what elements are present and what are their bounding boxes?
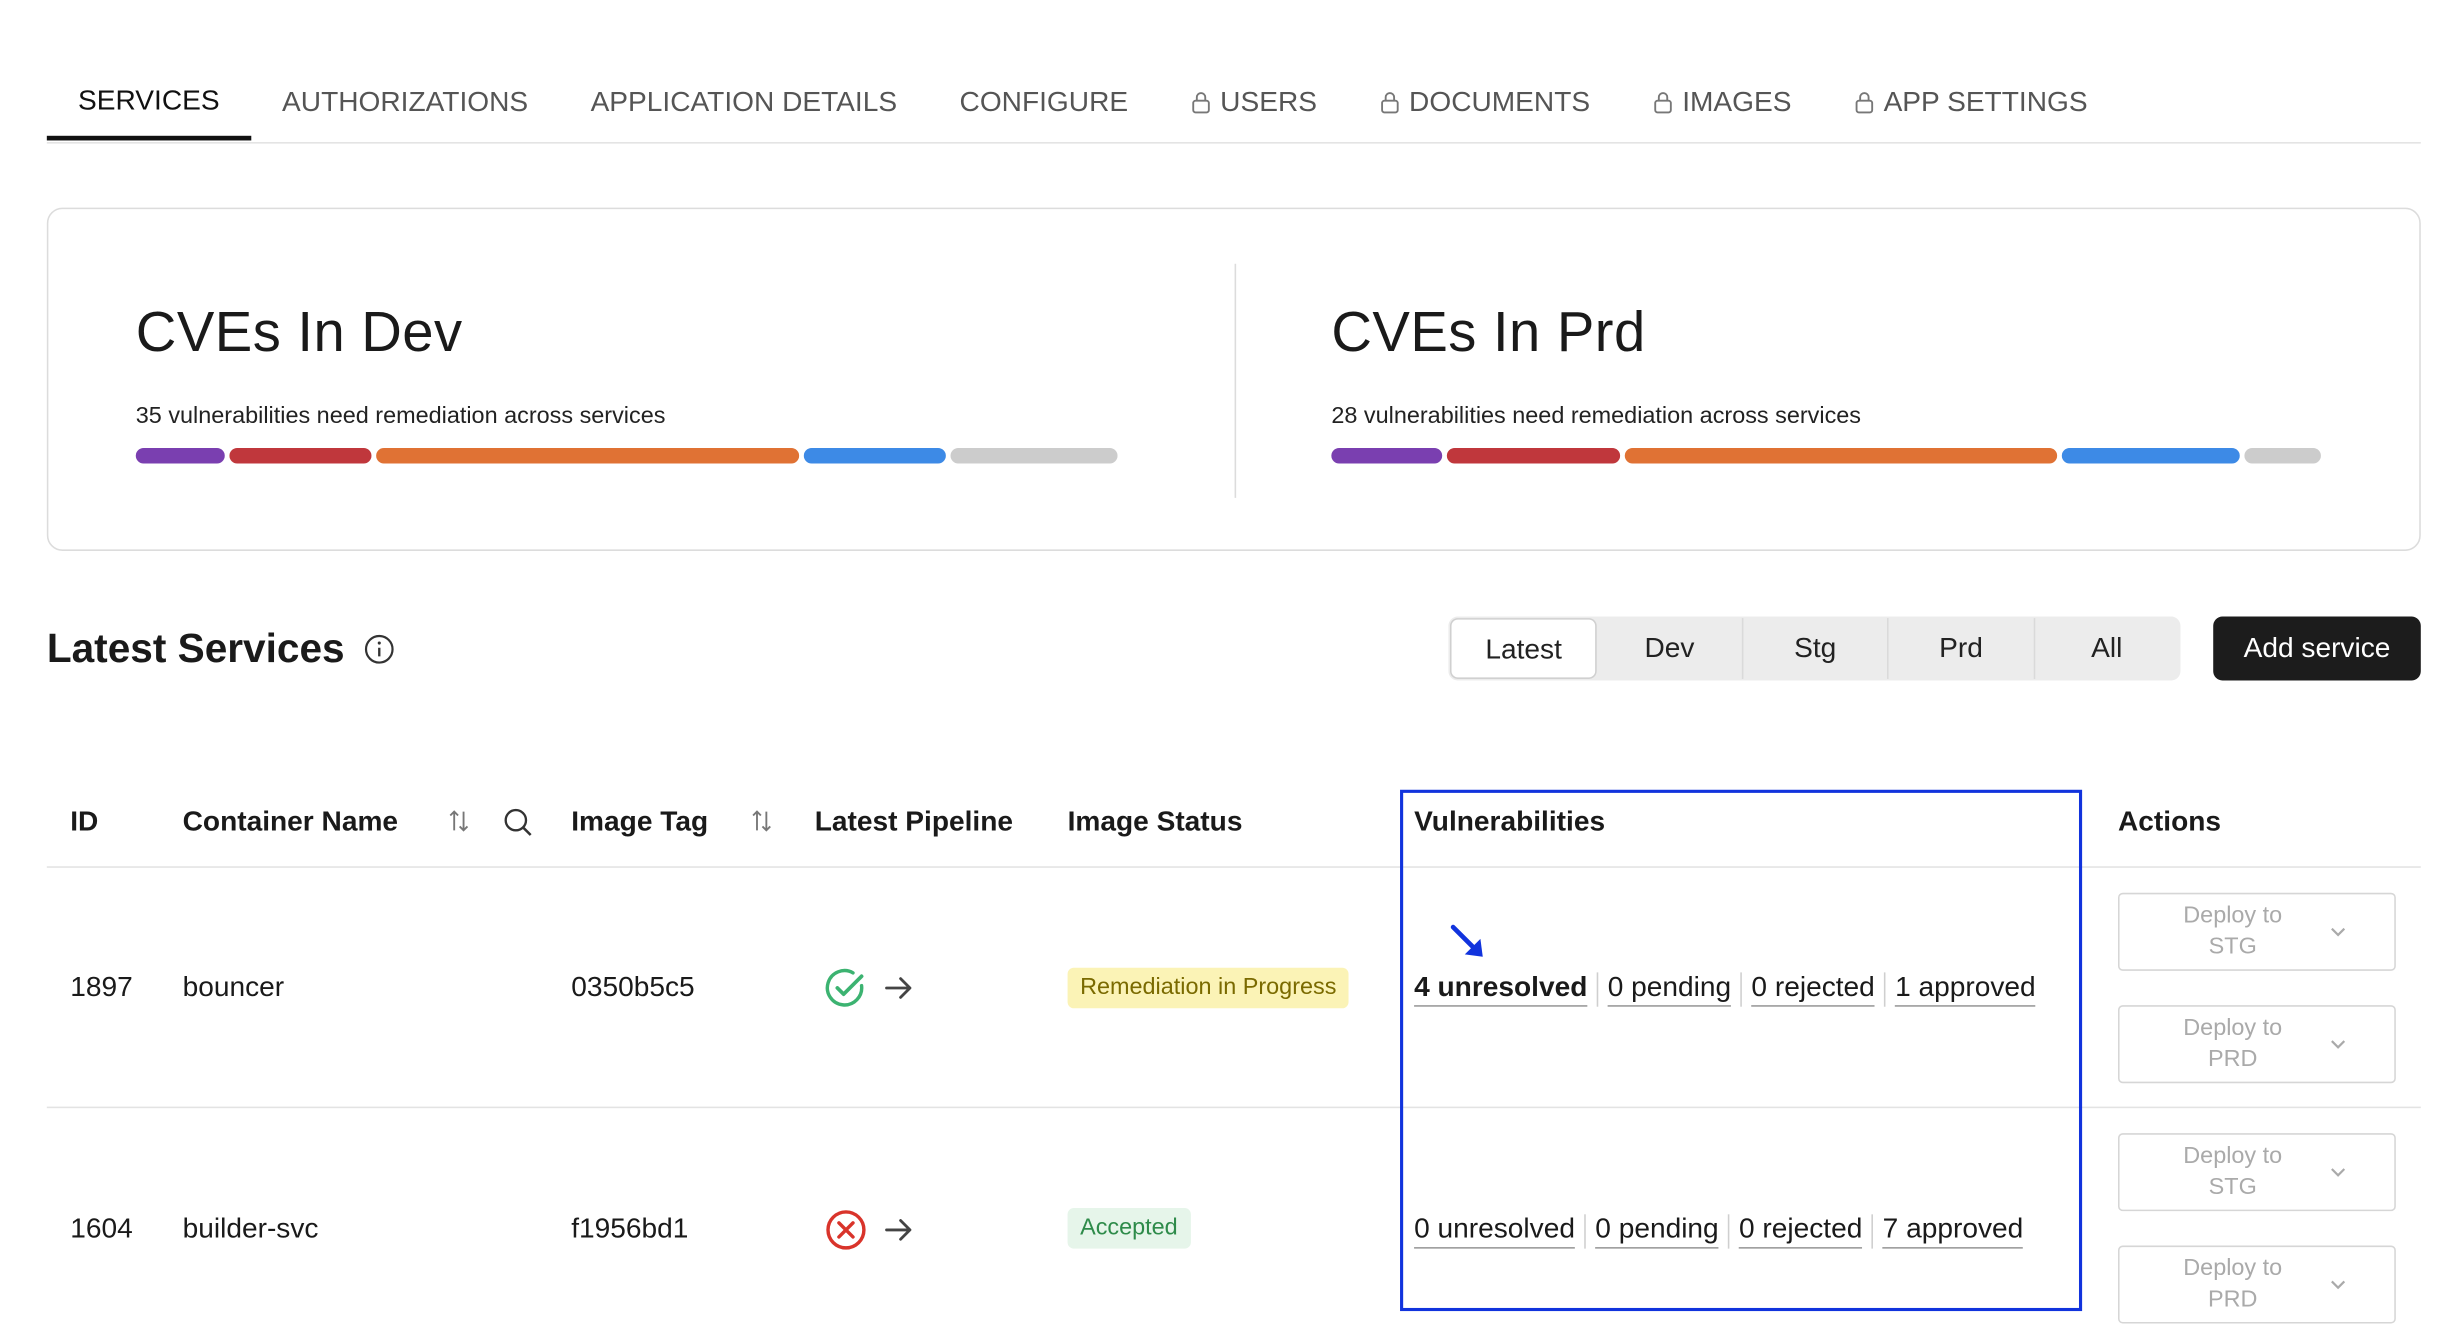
deploy-label: Deploy to <box>2183 1014 2283 1042</box>
severity-segment <box>1624 447 2058 464</box>
chevron-down-icon <box>2331 1168 2346 1177</box>
cve-dev-title: CVEs In Dev <box>135 299 463 364</box>
cve-dev-subtitle: 35 vulnerabilities need remediation acro… <box>135 402 666 430</box>
filter-stg[interactable]: Stg <box>1743 618 1889 679</box>
row-container-name: builder-svc <box>182 1212 319 1244</box>
environment-filter: Latest Dev Stg Prd All <box>1448 616 2181 681</box>
tab-authorizations[interactable]: AUTHORIZATIONS <box>251 62 560 140</box>
tab-label: APP SETTINGS <box>1883 85 2088 118</box>
status-badge: Accepted <box>1067 1208 1191 1249</box>
tab-label: CONFIGURE <box>959 85 1129 118</box>
arrow-right-icon[interactable] <box>883 972 914 1003</box>
col-header-image-tag: Image Tag <box>571 805 709 837</box>
lock-icon <box>1380 91 1399 113</box>
card-divider <box>1234 263 1237 498</box>
lock-icon <box>1653 91 1672 113</box>
deploy-target: PRD <box>2207 1045 2258 1073</box>
filter-all[interactable]: All <box>2035 618 2179 679</box>
section-title: Latest Services <box>47 624 395 672</box>
severity-segment <box>2062 447 2240 464</box>
filter-prd[interactable]: Prd <box>1889 618 2035 679</box>
tab-bar: SERVICES AUTHORIZATIONS APPLICATION DETA… <box>46 62 2421 144</box>
deploy-stg-button[interactable]: Deploy to STG <box>2118 1133 2396 1212</box>
deploy-label: Deploy to <box>2183 902 2283 929</box>
col-header-actions: Actions <box>2118 805 2222 837</box>
sort-icon[interactable] <box>448 808 470 833</box>
deploy-stg-button[interactable]: Deploy to STG <box>2118 892 2396 971</box>
col-header-container: Container Name <box>182 805 399 837</box>
filter-dev[interactable]: Dev <box>1597 618 1744 679</box>
deploy-label: Deploy to <box>2183 1142 2283 1170</box>
tab-label: APPLICATION DETAILS <box>590 85 898 118</box>
cve-prd-title: CVEs In Prd <box>1331 299 1646 364</box>
tab-users[interactable]: USERS <box>1159 62 1348 140</box>
tab-application-details[interactable]: APPLICATION DETAILS <box>559 62 928 140</box>
lock-icon <box>1855 91 1873 113</box>
col-header-id: ID <box>70 805 99 837</box>
severity-segment <box>803 447 947 464</box>
pipeline-success-icon <box>825 968 864 1007</box>
severity-segment <box>1331 447 1442 464</box>
info-icon[interactable] <box>363 633 394 664</box>
cve-dev-panel: CVEs In Dev 35 vulnerabilities need reme… <box>135 299 1138 464</box>
filter-latest[interactable]: Latest <box>1449 618 1598 679</box>
tab-services[interactable]: SERVICES <box>46 62 251 141</box>
deploy-prd-button[interactable]: Deploy to PRD <box>2118 1005 2396 1084</box>
status-badge: Remediation in Progress <box>1067 967 1349 1009</box>
severity-segment <box>2243 447 2321 464</box>
row-id: 1897 <box>70 970 133 1003</box>
add-service-button[interactable]: Add service <box>2213 616 2421 681</box>
section-title-text: Latest Services <box>46 624 345 672</box>
row-image-tag: f1956bd1 <box>571 1212 689 1244</box>
deploy-target: STG <box>2208 1173 2257 1201</box>
severity-segment <box>1446 447 1621 464</box>
deploy-prd-button[interactable]: Deploy to PRD <box>2118 1245 2396 1324</box>
tab-documents[interactable]: DOCUMENTS <box>1348 62 1621 140</box>
cve-prd-severity-bar <box>1331 447 2333 464</box>
chevron-down-icon <box>2331 1040 2346 1049</box>
chevron-down-icon <box>2331 927 2346 937</box>
row-container-name: bouncer <box>182 970 285 1003</box>
pipeline-failed-icon <box>826 1210 866 1250</box>
tab-label: SERVICES <box>78 83 220 115</box>
tab-configure[interactable]: CONFIGURE <box>928 62 1159 140</box>
row-id: 1604 <box>70 1212 133 1244</box>
chevron-down-icon <box>2331 1280 2346 1290</box>
cve-prd-panel: CVEs In Prd 28 vulnerabilities need reme… <box>1331 300 2333 464</box>
cve-dev-severity-bar <box>135 447 1138 464</box>
col-header-latest-pipeline: Latest Pipeline <box>814 805 1014 837</box>
cve-summary-card: CVEs In Dev 35 vulnerabilities need reme… <box>46 207 2421 551</box>
deploy-target: STG <box>2208 933 2257 960</box>
tab-app-settings[interactable]: APP SETTINGS <box>1823 62 2119 140</box>
row-image-tag: 0350b5c5 <box>571 970 695 1003</box>
severity-segment <box>228 447 372 464</box>
tab-label: USERS <box>1220 85 1317 118</box>
sort-icon[interactable] <box>751 808 773 833</box>
arrow-right-icon[interactable] <box>883 1214 914 1245</box>
severity-segment <box>135 447 225 464</box>
tab-label: IMAGES <box>1682 85 1792 118</box>
deploy-label: Deploy to <box>2183 1254 2283 1282</box>
vulnerabilities-highlight-box <box>1400 789 2083 1312</box>
cve-prd-subtitle: 28 vulnerabilities need remediation acro… <box>1331 402 1862 430</box>
tab-label: AUTHORIZATIONS <box>282 85 529 118</box>
severity-segment <box>376 447 800 464</box>
tab-label: DOCUMENTS <box>1409 85 1591 118</box>
search-icon[interactable] <box>503 807 534 838</box>
col-header-image-status: Image Status <box>1067 805 1243 837</box>
severity-segment <box>950 447 1119 464</box>
tab-images[interactable]: IMAGES <box>1621 62 1822 140</box>
deploy-target: PRD <box>2207 1286 2258 1313</box>
lock-icon <box>1191 91 1210 113</box>
